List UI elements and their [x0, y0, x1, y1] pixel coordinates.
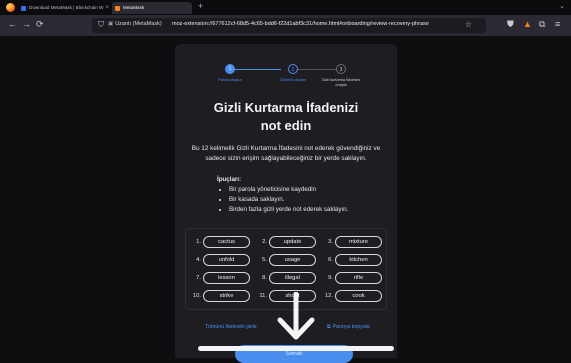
word-number: 8.	[262, 275, 267, 281]
forward-arrow-icon[interactable]: →	[22, 19, 31, 29]
word-number: 1.	[196, 239, 201, 245]
metamask-fox-icon	[115, 5, 120, 11]
word-chip: rifle	[335, 272, 382, 284]
word-chip: unfold	[203, 254, 250, 266]
progress-stepper: 1 2 3 Parola oluştur Güvenli cüzdan Gizl…	[175, 62, 397, 92]
word-chip: mixture	[335, 236, 382, 248]
pocket-shield-icon[interactable]: ⛊	[507, 19, 514, 30]
url-text[interactable]: moz-extension://677612cf-68d5-4c65-bdd6-…	[172, 21, 429, 27]
back-arrow-icon[interactable]: ←	[8, 19, 17, 29]
step-connector	[297, 69, 337, 70]
word-chip: kitchen	[335, 254, 382, 266]
plus-icon[interactable]: +	[198, 1, 203, 11]
tip-item: Birden fazla gizli yerde not ederek sakl…	[229, 205, 387, 215]
step-3-label: Gizli kurtarma İfadesini onayla	[321, 78, 361, 87]
word-number: 5.	[262, 257, 267, 263]
hide-phrase-link[interactable]: Tümünü ifadesini gizle	[205, 324, 257, 330]
site-identity-label: Uzantı (MetaMask)	[115, 21, 162, 27]
word-number: 7.	[196, 275, 201, 281]
tab-strip: Download MetaMask | Blockchain W × MetaM…	[0, 0, 571, 15]
word-number: 9.	[328, 275, 333, 281]
word-chip: strike	[203, 290, 250, 302]
bookmark-star-icon[interactable]: ☆	[465, 20, 472, 29]
site-identity[interactable]: ▣ Uzantı (MetaMask)	[108, 21, 162, 27]
home-indicator-bar	[198, 346, 394, 351]
step-1-dot: 1	[225, 64, 235, 74]
url-bar[interactable]: ⛉ ▣ Uzantı (MetaMask) moz-extension://677…	[92, 18, 486, 33]
tips-heading: İpuçları:	[217, 176, 242, 183]
shield-icon[interactable]: ⛉	[98, 20, 104, 30]
step-connector	[233, 69, 281, 70]
step-2-label: Güvenli cüzdan	[279, 78, 307, 82]
chevron-down-icon[interactable]: ⌄	[559, 2, 565, 10]
word-number: 3.	[328, 239, 333, 245]
word-chip: usage	[269, 254, 316, 266]
word-number: 4.	[196, 257, 201, 263]
tips-section: İpuçları: Bir parola yöneticisine kayded…	[217, 175, 387, 215]
menu-icon[interactable]: ≡	[555, 19, 560, 29]
tab-favicon-icon	[21, 5, 26, 11]
tab-title: Download MetaMask | Blockchain W	[29, 5, 104, 10]
word-number: 11.	[259, 293, 267, 299]
word-number: 6.	[328, 257, 333, 263]
extensions-icon[interactable]: ⧉	[539, 19, 545, 30]
tips-list: Bir parola yöneticisine kaydedin Bir kas…	[217, 185, 387, 215]
navigation-bar: ← → ⟳ ⛉ ▣ Uzantı (MetaMask) moz-extension…	[0, 15, 571, 36]
copy-to-clipboard-link[interactable]: ⧉ Panoya kopyala	[327, 324, 370, 331]
step-1-label: Parola oluştur	[218, 78, 242, 82]
reload-icon[interactable]: ⟳	[36, 19, 44, 30]
word-chip: lesson	[203, 272, 250, 284]
firefox-logo-icon	[6, 3, 15, 12]
page-title: Gizli Kurtarma İfadenizi not edin	[175, 99, 397, 135]
copy-icon: ⧉	[327, 324, 331, 330]
word-chip: cactus	[203, 236, 250, 248]
close-icon[interactable]: ×	[105, 2, 109, 14]
word-chip: illegal	[269, 272, 316, 284]
title-line-1: Gizli Kurtarma İfadenizi	[213, 100, 359, 115]
word-chip: update	[269, 236, 316, 248]
step-2-dot: 2	[288, 64, 298, 74]
tab-title: MetaMask	[123, 5, 145, 10]
word-chip: cook	[335, 290, 382, 302]
extension-icon: ▣	[108, 21, 114, 27]
title-line-2: not edin	[260, 118, 312, 133]
tip-item: Bir kasada saklayın.	[229, 195, 387, 205]
tab-metamask[interactable]: MetaMask	[112, 2, 192, 14]
swipe-down-arrow-icon	[277, 292, 315, 340]
copy-link-label: Panoya kopyala	[332, 324, 370, 330]
word-number: 10.	[192, 293, 201, 299]
tab-download-metamask[interactable]: Download MetaMask | Blockchain W ×	[18, 2, 112, 14]
tip-item: Bir parola yöneticisine kaydedin	[229, 185, 387, 195]
word-number: 2.	[262, 239, 267, 245]
description: Bu 12 kelimelik Gizli Kurtarma İfadesini…	[191, 145, 381, 162]
metamask-fox-icon[interactable]: ▲	[523, 19, 532, 29]
step-3-dot: 3	[336, 64, 346, 74]
word-number: 12.	[324, 293, 333, 299]
